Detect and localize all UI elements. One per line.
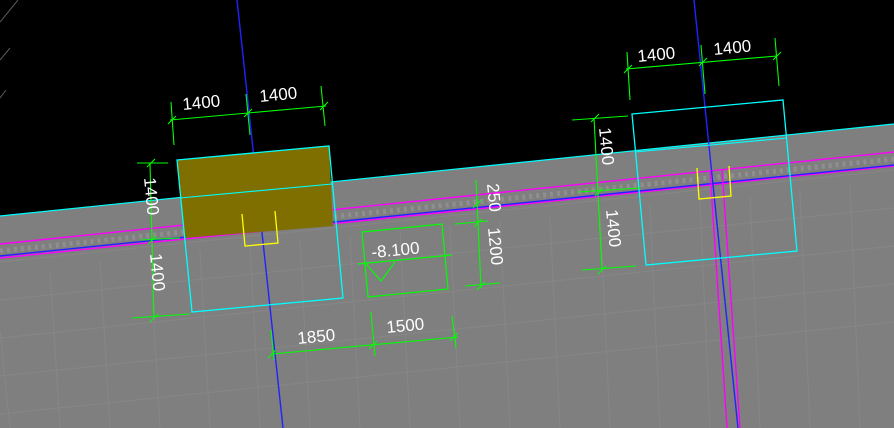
cad-canvas[interactable]: -8.100 1400 1400 1400 1400 1400 1400 140… [0, 0, 894, 428]
dim-left-side-a: 1400 [140, 177, 163, 216]
left-pile-cap-highlight[interactable] [177, 146, 333, 238]
dim-mid-1200: 1200 [484, 227, 507, 266]
dim-right-side-a: 1400 [595, 127, 618, 166]
dim-bottom-1850: 1850 [297, 325, 336, 348]
dim-right-top-a: 1400 [637, 43, 676, 66]
dim-left-top-b: 1400 [259, 83, 298, 106]
dim-right-side-b: 1400 [602, 209, 625, 248]
dim-left-side-b: 1400 [146, 253, 169, 292]
dim-right-top-b: 1400 [713, 36, 752, 59]
dim-bottom-1500: 1500 [386, 314, 425, 337]
dim-mid-250: 250 [483, 183, 505, 213]
dim-left-top-a: 1400 [182, 91, 221, 114]
